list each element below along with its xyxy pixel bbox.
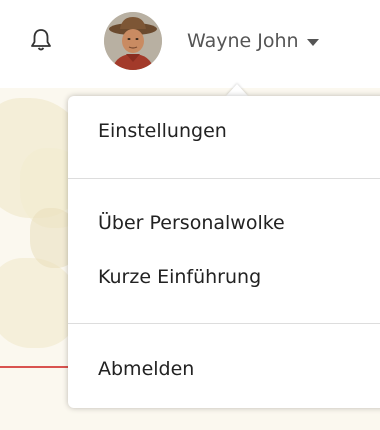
menu-item-settings[interactable]: Einstellungen (98, 120, 227, 142)
menu-item-tour[interactable]: Kurze Einführung (98, 266, 261, 288)
top-bar: Wayne John (0, 0, 380, 88)
dropdown-arrow (226, 84, 248, 96)
user-avatar-icon (104, 12, 162, 70)
user-dropdown-menu: Einstellungen Über Personalwolke Kurze E… (68, 96, 380, 408)
menu-divider (68, 323, 380, 324)
bell-icon[interactable] (30, 28, 52, 52)
menu-item-logout[interactable]: Abmelden (98, 358, 194, 380)
menu-divider (68, 178, 380, 179)
user-name: Wayne John (187, 30, 299, 52)
menu-item-about[interactable]: Über Personalwolke (98, 212, 285, 234)
caret-down-icon (306, 38, 319, 46)
user-menu-toggle[interactable]: Wayne John (104, 12, 319, 70)
